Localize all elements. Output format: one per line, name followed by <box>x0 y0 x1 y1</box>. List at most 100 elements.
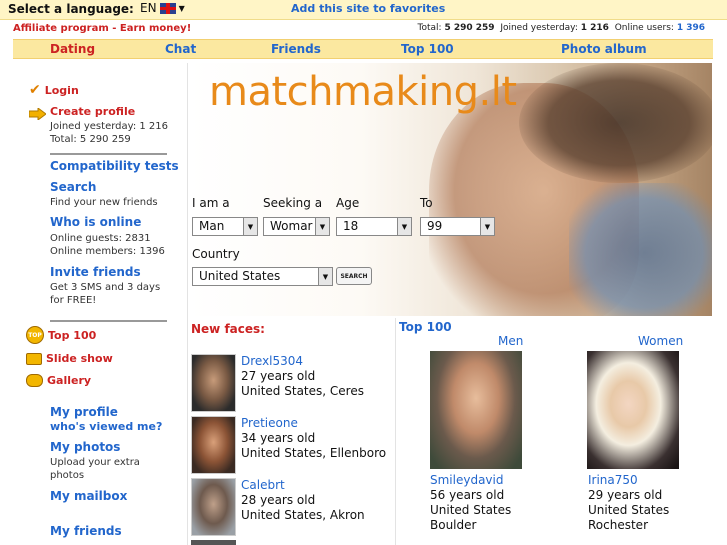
top100-label: Top 100 <box>48 328 97 342</box>
age-to-value: 99 <box>427 219 443 233</box>
divider <box>50 153 167 155</box>
avatar[interactable] <box>191 540 236 545</box>
top-woman-age: 29 years old <box>588 488 663 502</box>
country-select[interactable]: United States ▼ <box>192 267 333 286</box>
to-label: To <box>420 196 433 210</box>
list-item[interactable]: Calebrt 28 years old United States, Akro… <box>191 478 391 538</box>
joined-yesterday-text: Joined yesterday: 1 216 <box>50 121 168 132</box>
chevron-down-icon: ▼ <box>318 268 332 285</box>
list-item[interactable]: Drexl5304 27 years old United States, Ce… <box>191 354 391 414</box>
hero-banner: matchmaking.lt I am a Seeking a Age To M… <box>189 63 712 316</box>
i-am-value: Man <box>199 219 225 233</box>
online-value[interactable]: 1 396 <box>677 23 705 33</box>
seeking-value: Womar <box>270 219 313 233</box>
login-label: Login <box>44 84 79 97</box>
seeking-select[interactable]: Womar ▼ <box>263 217 330 236</box>
login-link[interactable]: ✔ Login <box>29 82 79 98</box>
member-name[interactable]: Calebrt <box>241 478 285 492</box>
search-description: Find your new friends <box>50 197 158 208</box>
member-location: United States, Ceres <box>241 384 364 398</box>
add-to-favorites-link[interactable]: Add this site to favorites <box>291 2 445 15</box>
nav-chat[interactable]: Chat <box>165 42 196 56</box>
member-name[interactable]: Drexl5304 <box>241 354 303 368</box>
language-bar: Select a language: EN ▼ Add this site to… <box>0 0 727 20</box>
gallery-label: Gallery <box>47 374 92 387</box>
top100-title[interactable]: Top 100 <box>399 320 452 334</box>
member-age: 34 years old <box>241 431 316 445</box>
hero-photo-hair <box>519 63 712 183</box>
caret-down-icon: ▼ <box>178 3 185 13</box>
top-man-city: Boulder <box>430 518 477 532</box>
country-value: United States <box>199 269 281 283</box>
top-woman-photo[interactable] <box>587 351 679 469</box>
slideshow-link[interactable]: Slide show <box>26 352 113 365</box>
invite-description: Get 3 SMS and 3 days for FREE! <box>50 282 161 306</box>
top-woman-country: United States <box>588 503 670 517</box>
main-nav: Dating Chat Friends Top 100 Photo album <box>13 39 713 59</box>
my-mailbox-link[interactable]: My mailbox <box>50 489 127 503</box>
list-item[interactable]: Pretieone 34 years old United States, El… <box>191 416 391 476</box>
slideshow-label: Slide show <box>46 352 113 365</box>
member-location: United States, Ellenboro <box>241 446 387 460</box>
compatibility-tests-link[interactable]: Compatibility tests <box>50 159 179 173</box>
total-label: Total: <box>417 23 442 33</box>
total-text: Total: 5 290 259 <box>50 134 131 145</box>
affiliate-link[interactable]: Affiliate program - Earn money! <box>13 23 191 34</box>
member-age: 27 years old <box>241 369 316 383</box>
avatar[interactable] <box>191 354 236 412</box>
nav-friends[interactable]: Friends <box>271 42 321 56</box>
top-badge-icon: TOP <box>26 326 44 344</box>
who-is-online-link[interactable]: Who is online <box>50 215 141 229</box>
men-label[interactable]: Men <box>498 334 523 348</box>
site-logo[interactable]: matchmaking.lt <box>209 69 517 115</box>
gallery-link[interactable]: Gallery <box>26 374 91 387</box>
my-profile-link[interactable]: My profile <box>50 405 118 419</box>
checkmark-icon: ✔ <box>29 82 41 98</box>
online-label: Online users: <box>614 23 674 33</box>
member-name[interactable]: Pretieone <box>241 416 298 430</box>
search-button[interactable]: SEARCH <box>336 267 372 285</box>
top-woman-city: Rochester <box>588 518 648 532</box>
my-friends-link[interactable]: My friends <box>50 524 122 538</box>
i-am-select[interactable]: Man ▼ <box>192 217 258 236</box>
top-man-country: United States <box>430 503 512 517</box>
seeking-label: Seeking a <box>263 196 323 210</box>
age-from-select[interactable]: 18 ▼ <box>336 217 412 236</box>
member-name-cropped[interactable] <box>241 540 291 545</box>
invite-friends-link[interactable]: Invite friends <box>50 265 141 279</box>
member-age: 28 years old <box>241 493 316 507</box>
age-label: Age <box>336 196 360 210</box>
member-location: United States, Akron <box>241 508 365 522</box>
nav-dating[interactable]: Dating <box>50 42 95 56</box>
photos-description: Upload your extra photos <box>50 457 140 481</box>
top100-link[interactable]: TOP Top 100 <box>26 326 96 344</box>
top-man-age: 56 years old <box>430 488 505 502</box>
language-select[interactable]: EN ▼ <box>140 1 185 15</box>
i-am-label: I am a <box>192 196 230 210</box>
uk-flag-icon <box>159 2 176 14</box>
joined-label: Joined yesterday: <box>500 23 578 33</box>
online-guests-text: Online guests: 2831 <box>50 233 151 244</box>
nav-photo-album[interactable]: Photo album <box>561 42 647 56</box>
language-value: EN <box>140 1 157 15</box>
language-label: Select a language: <box>8 2 134 16</box>
whos-viewed-me-link[interactable]: who's viewed me? <box>50 420 162 433</box>
avatar[interactable] <box>191 416 236 474</box>
chevron-down-icon: ▼ <box>397 218 411 235</box>
my-photos-link[interactable]: My photos <box>50 440 120 454</box>
chevron-down-icon: ▼ <box>315 218 329 235</box>
search-link[interactable]: Search <box>50 180 96 194</box>
top-woman-name[interactable]: Irina750 <box>588 473 638 487</box>
age-to-select[interactable]: 99 ▼ <box>420 217 495 236</box>
avatar[interactable] <box>191 478 236 536</box>
gallery-icon <box>26 374 43 387</box>
women-label[interactable]: Women <box>638 334 683 348</box>
top-man-name[interactable]: Smileydavid <box>430 473 503 487</box>
arrow-right-icon <box>29 108 46 120</box>
create-profile-label: Create profile <box>50 105 136 118</box>
nav-top100[interactable]: Top 100 <box>401 42 454 56</box>
sidebar-join-stats: Joined yesterday: 1 216 Total: 5 290 259 <box>50 120 168 146</box>
joined-value: 1 216 <box>580 23 609 33</box>
top-man-photo[interactable] <box>430 351 522 469</box>
country-label: Country <box>192 247 240 261</box>
